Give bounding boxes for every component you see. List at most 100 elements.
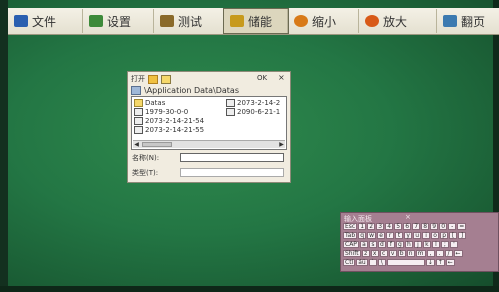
list-item[interactable]: 2073-2-14-21-55 <box>134 126 204 134</box>
key[interactable]: ← <box>445 259 455 266</box>
key[interactable]: áü <box>356 259 368 266</box>
key[interactable]: 2 <box>367 223 376 230</box>
key[interactable]: q <box>358 232 367 239</box>
key[interactable]: 3 <box>376 223 385 230</box>
key[interactable]: c <box>379 250 388 257</box>
key[interactable]: 0 <box>439 223 448 230</box>
key[interactable]: 4 <box>385 223 394 230</box>
key[interactable]: 8 <box>421 223 430 230</box>
list-item[interactable]: Datas <box>134 99 165 107</box>
type-select[interactable] <box>180 168 284 177</box>
key[interactable]: j <box>413 241 422 248</box>
horizontal-scrollbar[interactable]: ◀ ▶ <box>133 140 285 148</box>
storage-button[interactable]: 储能 <box>223 8 289 34</box>
folder-icon <box>134 99 143 107</box>
key[interactable]: n <box>406 250 415 257</box>
scroll-left-icon[interactable]: ◀ <box>133 141 140 148</box>
key[interactable]: x <box>370 250 379 257</box>
key[interactable]: a <box>359 241 368 248</box>
key[interactable]: \ <box>377 259 386 266</box>
key[interactable]: v <box>388 250 397 257</box>
key[interactable]: p <box>440 232 449 239</box>
maximize-icon <box>365 15 379 27</box>
pageturn-icon <box>443 15 457 27</box>
close-button[interactable]: × <box>278 73 285 82</box>
list-item[interactable]: 2073-2-14-21-54 <box>134 117 204 125</box>
key[interactable]: ' <box>449 241 458 248</box>
file-name: 2073-2-14-21-55 <box>145 126 205 134</box>
key[interactable]: 6 <box>403 223 412 230</box>
key[interactable]: h <box>404 241 413 248</box>
key[interactable]: . <box>435 250 444 257</box>
key[interactable]: Tab <box>343 232 358 239</box>
key[interactable]: b <box>397 250 406 257</box>
key[interactable]: Shift <box>343 250 361 257</box>
key[interactable]: Ctl <box>343 259 356 266</box>
file-button[interactable]: 文件 <box>8 9 83 33</box>
key[interactable]: [ <box>449 232 458 239</box>
zoom-out-button[interactable]: 缩小 <box>288 9 359 33</box>
key[interactable]: k <box>422 241 431 248</box>
key[interactable]: r <box>386 232 395 239</box>
key[interactable]: w <box>367 232 377 239</box>
path-bar: \Application Data\Datas <box>131 86 239 95</box>
keyboard-close-button[interactable]: × <box>405 213 411 221</box>
key[interactable]: , <box>426 250 435 257</box>
test-icon <box>160 15 174 27</box>
dialog-titlebar: 打开 <box>131 74 171 84</box>
key[interactable]: - <box>448 223 457 230</box>
scroll-right-icon[interactable]: ▶ <box>278 141 285 148</box>
test-label: 测试 <box>178 14 203 29</box>
key[interactable]: ↓ <box>425 259 435 266</box>
zoom-in-button[interactable]: 放大 <box>359 9 437 33</box>
key[interactable]: y <box>404 232 413 239</box>
zoom-in-label: 放大 <box>383 14 408 29</box>
key[interactable]: = <box>457 223 467 230</box>
key[interactable]: z <box>361 250 370 257</box>
list-item[interactable]: 1979-30-0-0 <box>134 108 188 116</box>
name-input[interactable] <box>180 153 284 162</box>
monitor-icon <box>14 15 28 27</box>
key[interactable]: ← <box>453 250 463 257</box>
key[interactable]: ] <box>458 232 467 239</box>
key[interactable]: ` <box>368 259 377 266</box>
key[interactable]: 7 <box>412 223 421 230</box>
key[interactable]: f <box>386 241 395 248</box>
new-folder-icon[interactable] <box>161 74 171 84</box>
keyboard-row-5: Ctl áü ` \ ↓ ↑ ← <box>343 259 455 266</box>
key[interactable]: m <box>415 250 426 257</box>
key[interactable]: / <box>444 250 453 257</box>
key[interactable]: 9 <box>430 223 439 230</box>
settings-button[interactable]: 设置 <box>83 9 154 33</box>
key[interactable]: s <box>368 241 377 248</box>
key[interactable]: u <box>413 232 422 239</box>
key[interactable]: 5 <box>394 223 403 230</box>
key[interactable]: t <box>395 232 404 239</box>
key[interactable]: d <box>377 241 386 248</box>
space-key[interactable] <box>386 259 425 266</box>
file-icon <box>134 126 143 134</box>
ok-button[interactable]: OK <box>257 74 267 82</box>
open-file-dialog: 打开 OK × \Application Data\Datas Datas 20… <box>127 71 291 183</box>
test-button[interactable]: 测试 <box>154 9 224 33</box>
key[interactable]: i <box>422 232 431 239</box>
key[interactable]: l <box>431 241 440 248</box>
scroll-thumb[interactable] <box>142 142 172 147</box>
list-item[interactable]: 2073-2-14-2 <box>226 99 280 107</box>
file-name: 2073-2-14-2 <box>237 99 281 107</box>
key[interactable]: g <box>395 241 404 248</box>
key[interactable]: CAP <box>343 241 359 248</box>
key[interactable]: ; <box>440 241 449 248</box>
key[interactable]: o <box>431 232 440 239</box>
key[interactable]: 1 <box>358 223 367 230</box>
key[interactable]: Esc <box>343 223 358 230</box>
key[interactable]: ↑ <box>435 259 445 266</box>
current-path: \Application Data\Datas <box>144 86 240 95</box>
folder-up-icon[interactable] <box>148 74 158 84</box>
list-item[interactable]: 2090-6-21-1 <box>226 108 280 116</box>
file-list: Datas 2073-2-14-2 1979-30-0-0 2090-6-21-… <box>131 96 287 150</box>
key[interactable]: e <box>377 232 386 239</box>
screen-bezel-bottom <box>0 286 499 292</box>
page-turn-button[interactable]: 翻页 <box>437 9 499 33</box>
minimize-icon <box>294 15 308 27</box>
